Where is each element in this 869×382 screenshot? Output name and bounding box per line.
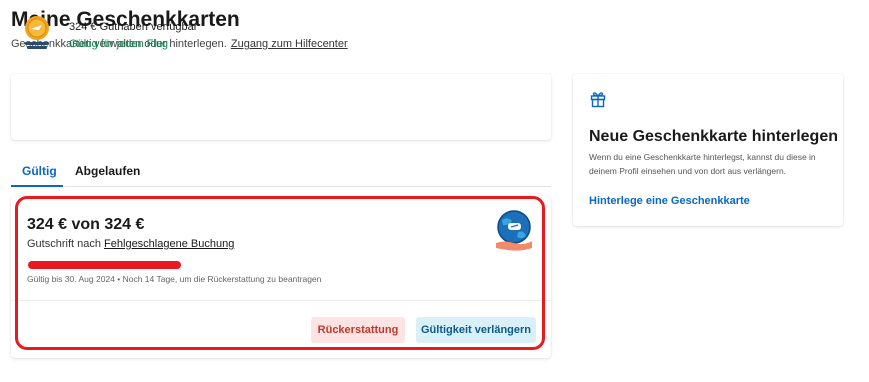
gift-icon [590, 92, 606, 108]
gift-card-amount: 324 € von 324 € [27, 216, 145, 233]
balance-amount: 324 € Guthaben verfügbar [69, 21, 198, 33]
failed-booking-link[interactable]: Fehlgeschlagene Buchung [104, 238, 234, 250]
new-gift-card-description: Wenn du eine Geschenkkarte hinterlegst, … [589, 152, 816, 176]
gift-card-credit-info: Gutschrift nach Fehlgeschlagene Buchung [27, 238, 234, 250]
add-gift-card-link[interactable]: Hinterlege eine Geschenkkarte [589, 195, 750, 207]
credit-prefix: Gutschrift nach [27, 238, 101, 250]
new-gift-card-title: Neue Geschenkkarte hinterlegen [589, 128, 838, 145]
help-center-link[interactable]: Zugang zum Hilfecenter [231, 38, 348, 50]
card-divider [11, 300, 551, 301]
redaction-mark [28, 261, 181, 269]
coin-icon [25, 16, 49, 49]
balance-card [11, 74, 551, 140]
page-subtitle: Geschenkkarten verwalten oder hinterlege… [11, 38, 348, 50]
balance-valid-text: Gültig für jeden Flug [69, 38, 169, 50]
globe-hand-icon [496, 210, 532, 251]
tab-bar: Gültig Abgelaufen [11, 158, 551, 187]
extend-validity-button[interactable]: Gültigkeit verlängern [416, 317, 536, 343]
active-tab-indicator [11, 185, 63, 187]
tab-gueltig[interactable]: Gültig [22, 164, 57, 178]
tab-abgelaufen[interactable]: Abgelaufen [75, 164, 140, 178]
refund-button[interactable]: Rückerstattung [311, 317, 405, 343]
gift-card-validity: Gültig bis 30. Aug 2024 • Noch 14 Tage, … [27, 274, 322, 284]
